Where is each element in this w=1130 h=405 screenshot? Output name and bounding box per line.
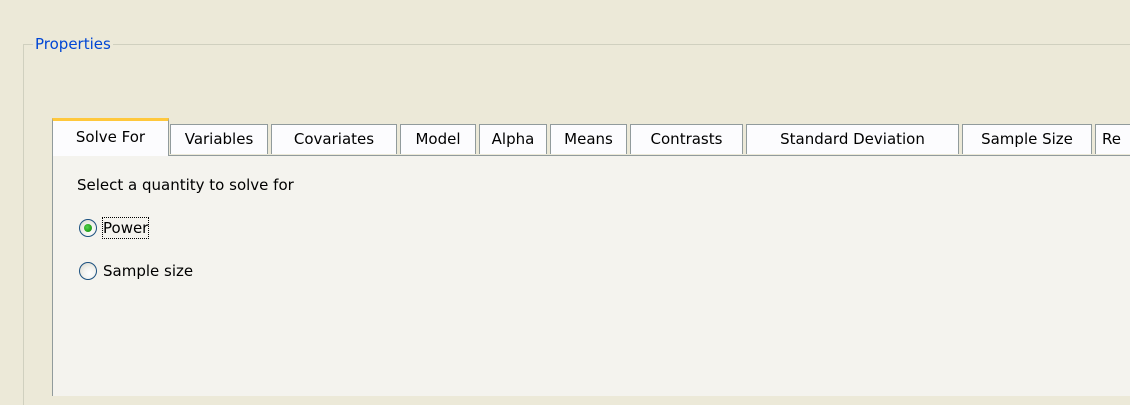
tab-contrasts[interactable]: Contrasts bbox=[630, 124, 743, 154]
radio-option-power[interactable]: Power bbox=[79, 217, 150, 239]
radio-option-sample-size[interactable]: Sample size bbox=[79, 260, 193, 282]
radio-label-power[interactable]: Power bbox=[101, 217, 150, 239]
tab-model[interactable]: Model bbox=[400, 124, 476, 154]
solve-for-panel: Select a quantity to solve for Power Sam… bbox=[52, 155, 1130, 396]
properties-group-title: Properties bbox=[33, 34, 113, 54]
radio-label-sample-size[interactable]: Sample size bbox=[103, 261, 193, 281]
tab-sample-size[interactable]: Sample Size bbox=[962, 124, 1092, 154]
tab-re[interactable]: Re bbox=[1095, 124, 1130, 154]
radio-dot-icon bbox=[84, 224, 92, 232]
instruction-label: Select a quantity to solve for bbox=[77, 176, 294, 194]
tab-means[interactable]: Means bbox=[550, 124, 627, 154]
radio-button-selected-icon[interactable] bbox=[79, 219, 97, 237]
tab-alpha[interactable]: Alpha bbox=[479, 124, 547, 154]
tab-solve-for[interactable]: Solve For bbox=[52, 118, 169, 156]
tab-variables[interactable]: Variables bbox=[170, 124, 268, 154]
tab-covariates[interactable]: Covariates bbox=[271, 124, 397, 154]
radio-button-unselected-icon[interactable] bbox=[79, 262, 97, 280]
tab-standard-deviation[interactable]: Standard Deviation bbox=[746, 124, 959, 154]
